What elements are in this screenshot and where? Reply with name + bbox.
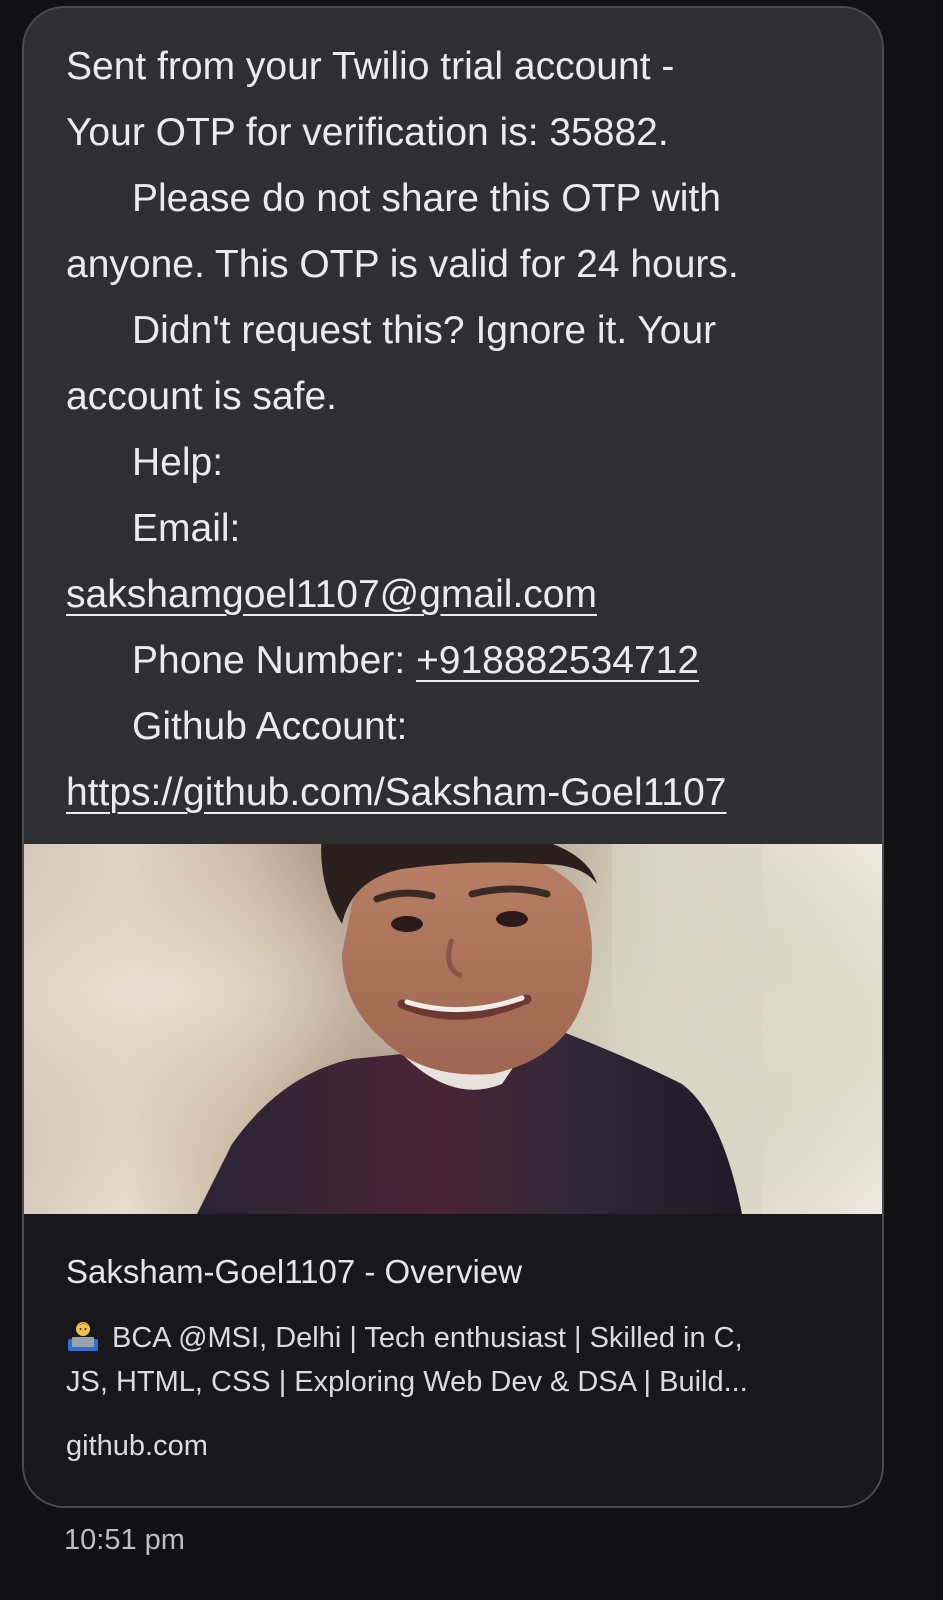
link-preview-image[interactable]: [22, 844, 884, 1214]
description-line-1: BCA @MSI, Delhi | Tech enthusiast | Skil…: [112, 1322, 743, 1354]
link-preview-card[interactable]: Saksham-Goel1107 - Overview BCA @MSI, De…: [22, 1214, 884, 1466]
message-bubble[interactable]: Sent from your Twilio trial account - Yo…: [22, 6, 884, 1508]
message-line: Sent from your Twilio trial account -: [66, 45, 675, 88]
message-line: Your OTP for verification is: 35882.: [66, 111, 669, 154]
github-link[interactable]: https://github.com/Saksham-Goel1107: [66, 771, 726, 814]
technologist-emoji-icon: [68, 1322, 98, 1351]
link-preview-description: BCA @MSI, Delhi | Tech enthusiast | Skil…: [66, 1316, 840, 1404]
github-label: Github Account:: [132, 705, 408, 748]
message-line: Email:: [132, 507, 241, 550]
phone-label: Phone Number:: [132, 639, 416, 682]
message-line: anyone. This OTP is valid for 24 hours.: [66, 243, 739, 286]
link-preview-domain: github.com: [66, 1430, 208, 1462]
link-preview-title: Saksham-Goel1107 - Overview: [66, 1253, 523, 1290]
message-text: Sent from your Twilio trial account - Yo…: [22, 6, 884, 844]
message-line: Please do not share this OTP with: [132, 177, 721, 220]
profile-photo: [22, 844, 884, 1214]
message-line: Help:: [132, 441, 224, 484]
conversation-view: Sent from your Twilio trial account - Yo…: [0, 0, 943, 1600]
phone-line: Phone Number: +918882534712: [66, 628, 840, 694]
message-line: account is safe.: [66, 375, 337, 418]
phone-link[interactable]: +918882534712: [416, 639, 699, 682]
description-line-2: JS, HTML, CSS | Exploring Web Dev & DSA …: [66, 1366, 748, 1398]
email-link[interactable]: sakshamgoel1107@gmail.com: [66, 573, 597, 616]
message-line: Didn't request this? Ignore it. Your: [132, 309, 717, 352]
message-timestamp: 10:51 pm: [64, 1524, 185, 1556]
